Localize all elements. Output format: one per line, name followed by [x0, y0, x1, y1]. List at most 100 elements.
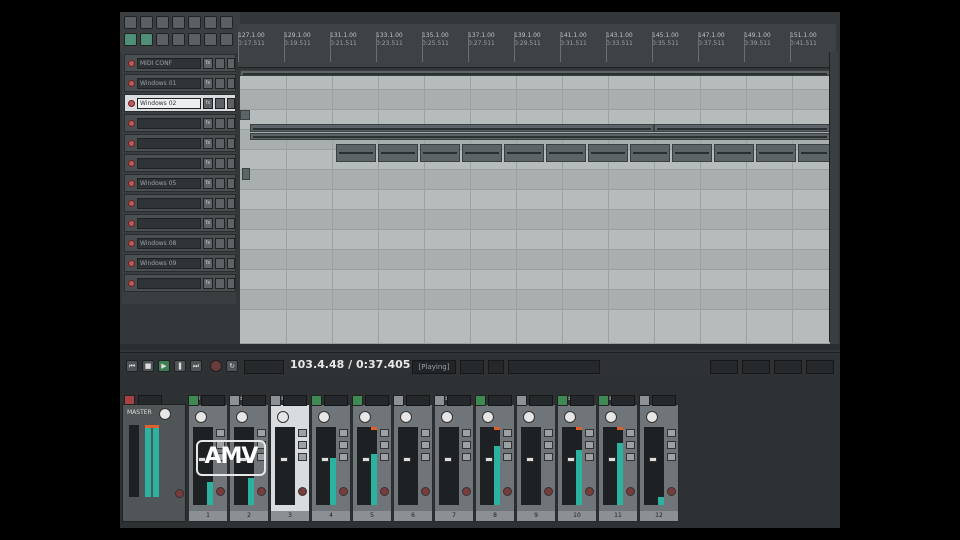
pan-knob[interactable]	[523, 411, 535, 423]
track-lane[interactable]	[240, 210, 830, 230]
track-header-9[interactable]: fx	[124, 214, 236, 232]
go-to-end-icon[interactable]: ⏭	[190, 360, 202, 372]
io-button[interactable]	[227, 258, 235, 269]
volume-fader[interactable]	[275, 427, 295, 505]
media-item[interactable]	[504, 144, 544, 162]
mute-button[interactable]	[216, 429, 225, 437]
io-box[interactable]	[283, 395, 307, 406]
phase-button[interactable]	[667, 453, 676, 461]
solo-button[interactable]	[421, 441, 430, 449]
fx-button[interactable]: fx	[203, 198, 213, 209]
io-button[interactable]	[227, 238, 235, 249]
record-arm-button[interactable]	[128, 260, 135, 267]
mute-button[interactable]	[462, 429, 471, 437]
route-button[interactable]	[598, 395, 609, 406]
mute-button[interactable]	[257, 429, 266, 437]
solo-button[interactable]	[667, 441, 676, 449]
mute-button[interactable]	[544, 429, 553, 437]
selection-start-box[interactable]	[710, 360, 738, 374]
io-button[interactable]	[227, 198, 235, 209]
track-header-3[interactable]: Windows 02 fx	[124, 94, 236, 112]
route-button[interactable]	[434, 395, 445, 406]
io-box[interactable]	[611, 395, 635, 406]
io-button[interactable]	[227, 118, 235, 129]
mute-button[interactable]	[215, 258, 225, 269]
media-item[interactable]	[654, 124, 830, 132]
open-project-icon[interactable]	[140, 16, 153, 29]
io-box[interactable]	[488, 395, 512, 406]
timeline-ruler[interactable]: 127.1.00 0:17.511 129.1.00 0:19.511 131.1.…	[238, 24, 836, 68]
record-arm-button[interactable]	[128, 220, 135, 227]
track-name[interactable]	[137, 198, 201, 209]
io-box[interactable]	[529, 395, 553, 406]
media-item[interactable]	[378, 144, 418, 162]
extra-box[interactable]	[806, 360, 834, 374]
repeat-icon[interactable]: ↻	[226, 360, 238, 372]
fx-button[interactable]: fx	[203, 178, 213, 189]
master-fx-button[interactable]	[175, 489, 184, 498]
volume-fader[interactable]	[480, 427, 500, 505]
solo-button[interactable]	[380, 441, 389, 449]
mute-button[interactable]	[421, 429, 430, 437]
track-name[interactable]	[137, 138, 201, 149]
track-header-11[interactable]: Windows 09 fx	[124, 254, 236, 272]
route-button[interactable]	[516, 395, 527, 406]
track-header-2[interactable]: Windows 01 fx	[124, 74, 236, 92]
mute-button[interactable]	[339, 429, 348, 437]
track-name[interactable]: MIDI CONF	[137, 58, 201, 69]
pan-knob[interactable]	[195, 411, 207, 423]
media-item[interactable]	[714, 144, 754, 162]
metronome-icon[interactable]	[220, 16, 233, 29]
fader-cap[interactable]	[403, 457, 411, 462]
mixer-strip-8[interactable]: 8	[475, 404, 515, 522]
pan-knob[interactable]	[605, 411, 617, 423]
media-item[interactable]	[240, 110, 250, 120]
record-arm-button[interactable]	[128, 160, 135, 167]
media-item[interactable]	[240, 70, 830, 76]
phase-button[interactable]	[339, 453, 348, 461]
media-item[interactable]	[250, 133, 830, 140]
fader-cap[interactable]	[608, 457, 616, 462]
mute-button[interactable]	[298, 429, 307, 437]
new-project-icon[interactable]	[124, 16, 137, 29]
pan-knob[interactable]	[482, 411, 494, 423]
io-button[interactable]	[227, 178, 235, 189]
media-item[interactable]	[242, 168, 250, 180]
fx-button[interactable]: fx	[203, 118, 213, 129]
mute-button[interactable]	[215, 178, 225, 189]
undo-icon[interactable]	[188, 16, 201, 29]
route-button[interactable]	[393, 395, 404, 406]
io-button[interactable]	[227, 278, 235, 289]
io-box[interactable]	[242, 395, 266, 406]
envelope-lock-icon[interactable]	[204, 33, 217, 46]
track-name[interactable]: Windows 02	[137, 98, 201, 109]
pan-knob[interactable]	[236, 411, 248, 423]
io-button[interactable]	[227, 138, 235, 149]
mute-button[interactable]	[667, 429, 676, 437]
record-arm-button[interactable]	[128, 140, 135, 147]
fx-button[interactable]: fx	[203, 158, 213, 169]
save-project-icon[interactable]	[156, 16, 169, 29]
play-rate-slider[interactable]	[508, 360, 600, 374]
phase-button[interactable]	[380, 453, 389, 461]
record-arm-button[interactable]	[298, 487, 307, 496]
media-item[interactable]	[672, 144, 712, 162]
io-box[interactable]	[652, 395, 676, 406]
mute-button[interactable]	[215, 138, 225, 149]
volume-fader[interactable]	[562, 427, 582, 505]
track-name[interactable]: Windows 09	[137, 258, 201, 269]
selection-end-box[interactable]	[742, 360, 770, 374]
mixer-strip-4[interactable]: 4	[311, 404, 351, 522]
track-header-1[interactable]: MIDI CONF fx	[124, 54, 236, 72]
record-arm-button[interactable]	[128, 120, 135, 127]
fader-cap[interactable]	[526, 457, 534, 462]
redo-icon[interactable]	[204, 16, 217, 29]
track-lane[interactable]	[240, 230, 830, 250]
volume-fader[interactable]	[644, 427, 664, 505]
record-arm-button[interactable]	[544, 487, 553, 496]
fader-cap[interactable]	[485, 457, 493, 462]
record-arm-button[interactable]	[128, 280, 135, 287]
mute-button[interactable]	[503, 429, 512, 437]
play-icon[interactable]: ▶	[158, 360, 170, 372]
mute-button[interactable]	[215, 118, 225, 129]
